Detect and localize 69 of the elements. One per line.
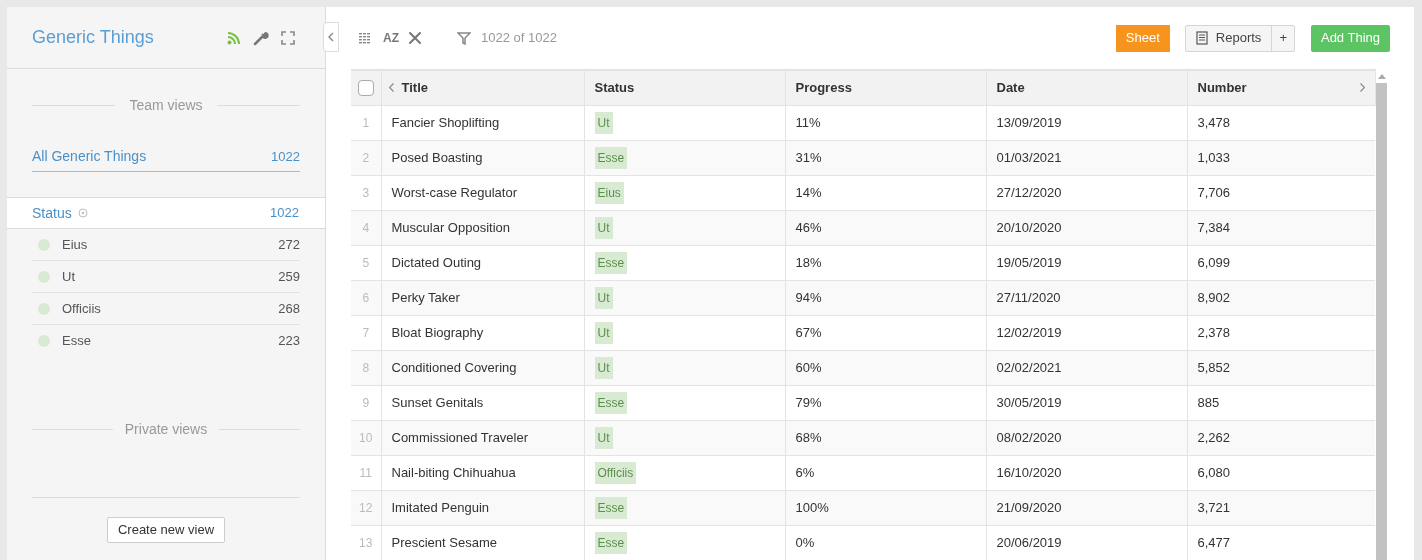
table-cell: 20/06/2019 [986, 525, 1187, 560]
table-cell: 6,080 [1187, 455, 1375, 490]
table-cell: 0% [785, 525, 986, 560]
wrench-icon[interactable] [253, 29, 269, 46]
status-filter-item[interactable]: Esse 223 [32, 325, 300, 357]
row-number: 13 [351, 525, 381, 560]
app-title: Generic Things [32, 26, 155, 49]
table-cell: Prescient Sesame [381, 525, 584, 560]
status-tag: Esse [594, 531, 628, 554]
section-heading: Team views [129, 96, 203, 115]
status-label: Officiis [62, 299, 102, 318]
scrollbar-thumb[interactable] [1376, 83, 1387, 560]
document-icon [1195, 31, 1208, 45]
status-tag: Ut [594, 216, 613, 239]
sort-button[interactable]: AZ [383, 29, 399, 47]
grid-icon[interactable] [359, 32, 370, 44]
record-count: 1022 of 1022 [481, 29, 557, 48]
status-filter-item[interactable]: Officiis 268 [32, 293, 300, 325]
view-label: All Generic Things [32, 147, 147, 166]
status-label: Eius [62, 235, 89, 254]
filter-group-header[interactable]: Status 1022 [7, 197, 325, 229]
status-label: Ut [62, 267, 76, 286]
chevron-left-icon [328, 32, 334, 42]
filter-group-label: Status [32, 203, 72, 223]
status-count: 259 [278, 267, 300, 286]
section-heading: Private views [124, 420, 208, 439]
table-cell: 2,378 [1187, 315, 1375, 350]
status-count: 268 [278, 299, 300, 318]
filter-icon[interactable] [457, 31, 471, 45]
table-cell: 885 [1187, 385, 1375, 420]
create-view-button[interactable]: Create new view [106, 517, 226, 543]
table-cell: 3,478 [1187, 105, 1375, 140]
reports-button[interactable]: Reports [1185, 25, 1272, 51]
rss-icon[interactable] [227, 30, 241, 45]
status-tag: Esse [594, 146, 628, 169]
add-report-button[interactable]: + [1271, 25, 1294, 51]
filter-group-count: 1022 [270, 204, 299, 223]
status-filter-item[interactable]: Eius 272 [32, 229, 300, 261]
scroll-up-icon[interactable] [1377, 74, 1386, 79]
status-count: 272 [278, 235, 300, 254]
table-cell: 5,852 [1187, 350, 1375, 385]
status-tag: Ut [594, 111, 613, 134]
scroll-right-icon[interactable] [1359, 83, 1365, 93]
status-tag: Ut [594, 286, 613, 309]
status-tag: Esse [594, 251, 628, 274]
table-cell: 7,384 [1187, 210, 1375, 245]
status-tag: Ut [594, 426, 613, 449]
table-cell: 3,721 [1187, 490, 1375, 525]
status-count: 223 [278, 332, 300, 351]
status-tag: Officiis [594, 461, 637, 484]
table-cell: 6,477 [1187, 525, 1375, 560]
status-label: Esse [62, 332, 92, 351]
fullscreen-icon[interactable] [281, 30, 295, 45]
status-tag: Esse [594, 391, 628, 414]
select-all-checkbox[interactable] [357, 79, 374, 96]
status-tag: Esse [594, 496, 628, 519]
collapse-button[interactable] [323, 22, 339, 52]
status-filter-item[interactable]: Ut 259 [32, 261, 300, 293]
status-tag: Eius [594, 181, 624, 204]
table-cell: 8,902 [1187, 280, 1375, 315]
scroll-left-icon[interactable] [388, 83, 394, 93]
target-icon [77, 208, 88, 218]
table-cell: 2,262 [1187, 420, 1375, 455]
table-cell: 1,033 [1187, 140, 1375, 175]
table-cell: 6,099 [1187, 245, 1375, 280]
status-tag: Ut [594, 356, 613, 379]
table-cell: 7,706 [1187, 175, 1375, 210]
view-count: 1022 [271, 147, 300, 166]
status-tag: Ut [594, 321, 613, 344]
